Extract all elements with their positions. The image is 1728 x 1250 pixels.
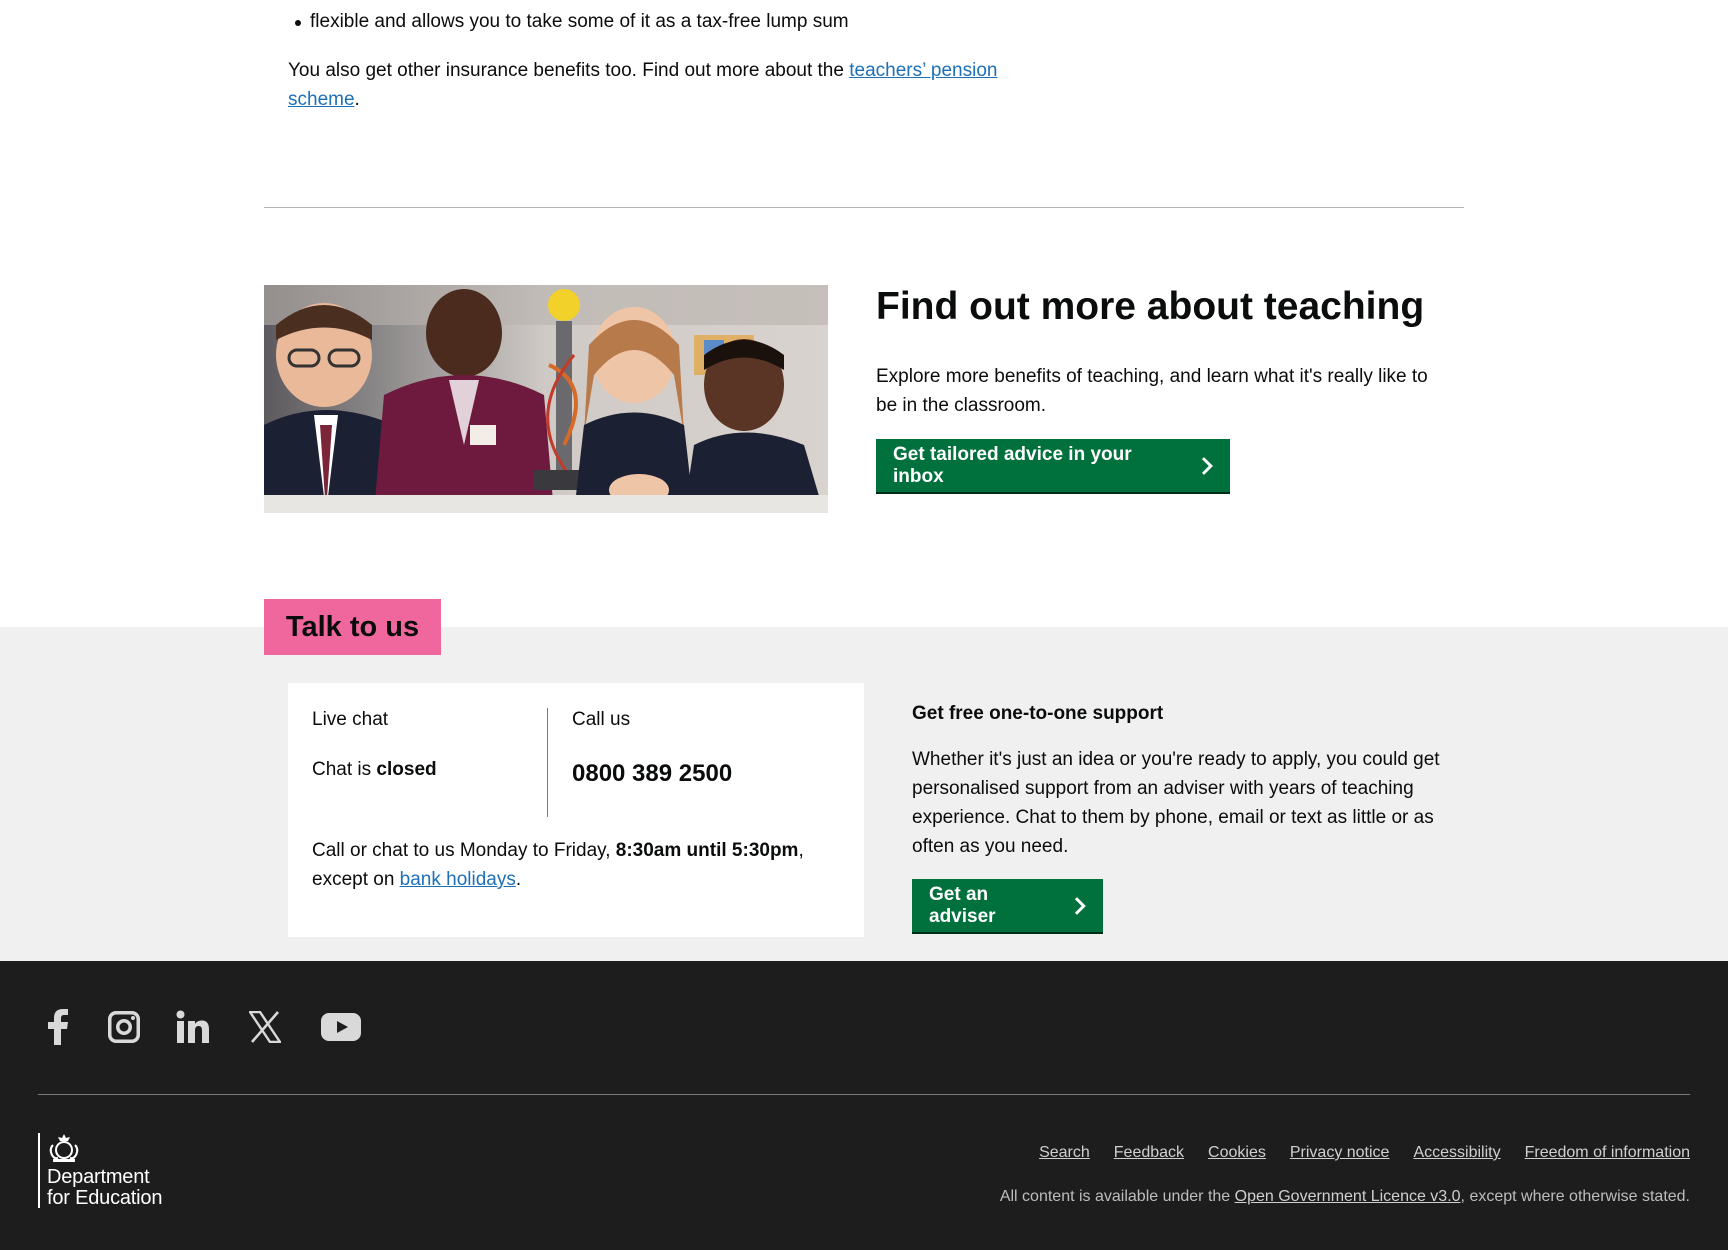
- promo-text: Explore more benefits of teaching, and l…: [876, 366, 1428, 416]
- contact-divider: [547, 708, 548, 817]
- footer-links: Search Feedback Cookies Privacy notice A…: [1039, 1143, 1690, 1163]
- footer-link-cookies[interactable]: Cookies: [1208, 1143, 1266, 1163]
- royal-crest-icon: [49, 1134, 79, 1162]
- bank-holidays-link[interactable]: bank holidays: [400, 869, 516, 890]
- footer-link-feedback[interactable]: Feedback: [1114, 1143, 1184, 1163]
- opening-hours: Call or chat to us Monday to Friday, 8:3…: [312, 836, 832, 894]
- footer-divider: [38, 1094, 1690, 1095]
- footer-link-accessibility[interactable]: Accessibility: [1413, 1143, 1500, 1163]
- licence-text: All content is available under the Open …: [1000, 1187, 1690, 1207]
- talk-to-us-heading: Talk to us: [264, 599, 441, 655]
- footer-link-privacy[interactable]: Privacy notice: [1290, 1143, 1390, 1163]
- footer-link-search[interactable]: Search: [1039, 1143, 1090, 1163]
- tailored-advice-button[interactable]: Get tailored advice in your inbox: [876, 439, 1230, 492]
- hours-prefix: Call or chat to us Monday to Friday,: [312, 840, 616, 861]
- x-icon[interactable]: [245, 1005, 285, 1049]
- ogl-link[interactable]: Open Government Licence v3.0: [1235, 1188, 1461, 1205]
- logo-line-2: for Education: [47, 1187, 163, 1209]
- licence-suffix: , except where otherwise stated.: [1460, 1188, 1690, 1205]
- support-heading: Get free one-to-one support: [912, 703, 1164, 724]
- call-us-label: Call us: [572, 709, 631, 730]
- section-divider: [264, 207, 1464, 208]
- instagram-icon[interactable]: [104, 1005, 144, 1049]
- classroom-photo: [264, 285, 828, 513]
- live-chat-label: Live chat: [312, 709, 389, 730]
- chat-status: Chat is closed: [312, 758, 437, 782]
- hours-time: 8:30am until 5:30pm: [615, 840, 799, 861]
- logo-text: Department for Education: [47, 1167, 162, 1209]
- pension-paragraph: You also get other insurance benefits to…: [288, 56, 1028, 114]
- logo-bar: [38, 1133, 40, 1208]
- get-adviser-label: Get an adviser: [929, 883, 996, 927]
- dfe-logo[interactable]: Department for Education: [38, 1133, 178, 1209]
- facebook-icon[interactable]: [38, 1005, 78, 1049]
- youtube-icon[interactable]: [318, 1005, 364, 1049]
- linkedin-icon[interactable]: [173, 1005, 213, 1049]
- licence-prefix: All content is available under the: [999, 1188, 1235, 1205]
- hours-suffix: .: [515, 869, 522, 890]
- benefit-list-item: flexible and allows you to take some of …: [295, 9, 849, 35]
- support-text: Whether it's just an idea or you're read…: [912, 749, 1440, 857]
- logo-line-1: Department: [47, 1166, 150, 1188]
- pension-paragraph-text: You also get other insurance benefits to…: [288, 60, 850, 81]
- pension-paragraph-end: .: [354, 89, 360, 110]
- promo-heading: Find out more about teaching: [876, 285, 1425, 328]
- get-adviser-button[interactable]: Get an adviser: [912, 879, 1103, 932]
- talk-to-us-section: [0, 627, 1728, 961]
- tailored-advice-label: Get tailored advice in your inbox: [893, 443, 1132, 487]
- chevron-right-icon: [1202, 456, 1213, 475]
- footer-link-foi[interactable]: Freedom of information: [1525, 1143, 1690, 1163]
- chevron-right-icon: [1075, 896, 1086, 915]
- chat-status-value: closed: [376, 759, 437, 780]
- phone-number[interactable]: 0800 389 2500: [572, 759, 732, 789]
- chat-status-prefix: Chat is: [312, 759, 377, 780]
